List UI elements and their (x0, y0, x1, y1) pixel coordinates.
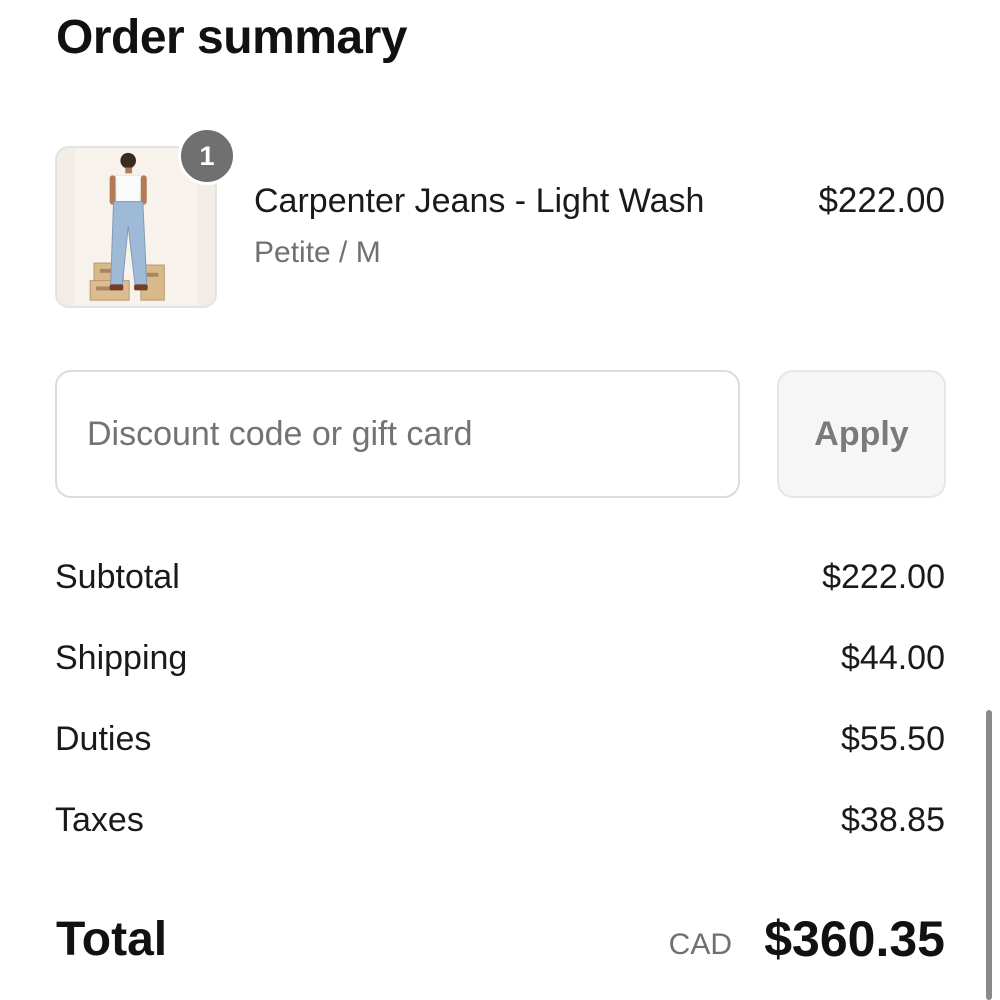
duties-row: Duties $55.50 (55, 720, 945, 764)
quantity-badge: 1 (178, 127, 236, 185)
taxes-label: Taxes (55, 801, 144, 839)
shipping-row: Shipping $44.00 (55, 639, 945, 683)
duties-label: Duties (55, 720, 152, 758)
duties-value: $55.50 (841, 720, 945, 758)
subtotal-value: $222.00 (822, 558, 945, 596)
taxes-row: Taxes $38.85 (55, 801, 945, 845)
shipping-label: Shipping (55, 639, 188, 677)
product-price: $222.00 (818, 181, 945, 220)
subtotal-label: Subtotal (55, 558, 180, 596)
total-amount: $360.35 (764, 911, 945, 967)
product-name: Carpenter Jeans - Light Wash (254, 182, 705, 220)
page-title: Order summary (56, 11, 408, 64)
total-label: Total (56, 913, 168, 966)
total-currency: CAD (668, 928, 732, 961)
scrollbar[interactable] (986, 710, 992, 1000)
shipping-value: $44.00 (841, 639, 945, 677)
order-summary-panel: Order summary 1 Carpenter Jeans - Light … (0, 0, 1000, 1000)
discount-code-input[interactable] (55, 370, 740, 498)
subtotal-row: Subtotal $222.00 (55, 558, 945, 602)
taxes-value: $38.85 (841, 801, 945, 839)
product-variant: Petite / M (254, 236, 381, 269)
apply-discount-button[interactable]: Apply (777, 370, 946, 498)
